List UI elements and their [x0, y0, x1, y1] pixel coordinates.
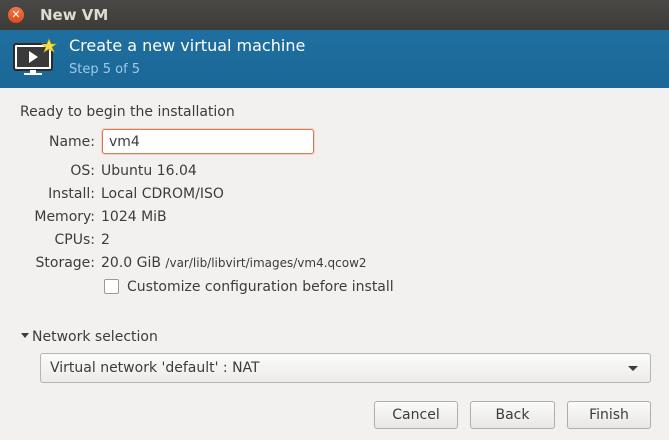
os-value: Ubuntu 16.04	[101, 163, 197, 179]
install-value: Local CDROM/ISO	[101, 186, 224, 202]
storage-label: Storage:	[35, 255, 96, 271]
cpus-label: CPUs:	[54, 232, 95, 248]
finish-button[interactable]: Finish	[567, 401, 651, 429]
name-field[interactable]	[102, 129, 314, 154]
network-selection-expander[interactable]: Network selection	[32, 329, 158, 345]
customize-checkbox[interactable]	[104, 279, 119, 294]
wizard-banner: Create a new virtual machine Step 5 of 5	[0, 30, 669, 88]
close-icon[interactable]: ✕	[8, 7, 24, 23]
cancel-button[interactable]: Cancel	[374, 401, 458, 429]
summary-heading: Ready to begin the installation	[20, 104, 235, 120]
memory-label: Memory:	[34, 209, 95, 225]
back-button[interactable]: Back	[470, 401, 555, 429]
vm-monitor-icon	[13, 38, 57, 75]
name-label: Name:	[48, 134, 95, 150]
chevron-down-icon[interactable]	[21, 333, 29, 338]
os-label: OS:	[70, 163, 95, 179]
dropdown-arrow-icon	[628, 366, 638, 371]
storage-value: 20.0 GiB /var/lib/libvirt/images/vm4.qco…	[101, 255, 367, 271]
window-title: New VM	[40, 6, 109, 24]
customize-checkbox-label[interactable]: Customize configuration before install	[127, 279, 394, 295]
storage-size: 20.0 GiB	[101, 255, 161, 271]
window-titlebar: ✕ New VM	[0, 0, 669, 30]
cpus-value: 2	[101, 232, 110, 248]
install-label: Install:	[48, 186, 95, 202]
network-select[interactable]: Virtual network 'default' : NAT	[40, 353, 651, 383]
banner-title: Create a new virtual machine	[69, 36, 306, 55]
memory-value: 1024 MiB	[101, 209, 167, 225]
storage-path: /var/lib/libvirt/images/vm4.qcow2	[165, 256, 367, 270]
network-select-value: Virtual network 'default' : NAT	[50, 360, 260, 376]
step-indicator: Step 5 of 5	[69, 62, 141, 77]
